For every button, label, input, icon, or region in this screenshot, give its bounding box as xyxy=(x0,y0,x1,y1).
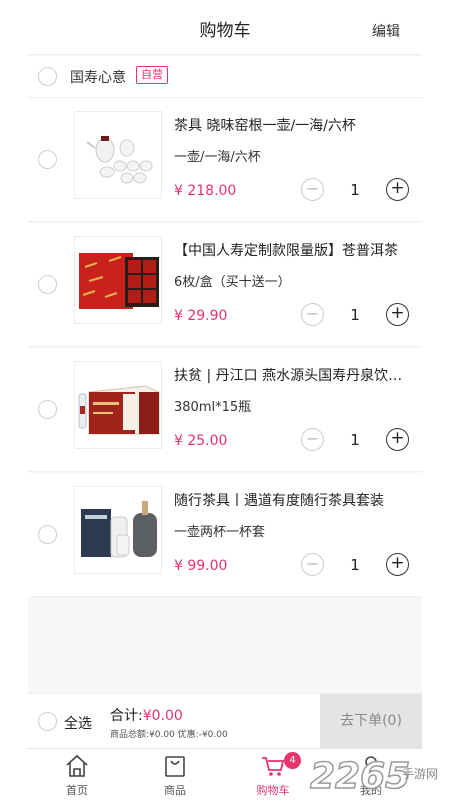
edit-button[interactable]: 编辑 xyxy=(372,21,400,41)
cart-item: 【中国人寿定制款限量版】苍普洱茶 6枚/盒（买十送一） ¥ 29.90 − 1 … xyxy=(28,223,422,347)
increase-quantity-button[interactable]: + xyxy=(386,303,409,326)
home-icon xyxy=(66,754,88,777)
product-image-tea-set[interactable] xyxy=(74,111,162,199)
increase-quantity-button[interactable]: + xyxy=(386,178,409,201)
product-price: ¥ 25.00 xyxy=(174,433,228,449)
product-price: ¥ 218.00 xyxy=(174,183,237,199)
checkout-button[interactable]: 去下单(0) xyxy=(320,694,422,749)
decrease-quantity-button[interactable]: − xyxy=(301,178,324,201)
product-spec: 一壶/一海/六杯 xyxy=(174,150,261,165)
total-price: 合计:¥0.00 xyxy=(110,705,183,725)
item-select-radio[interactable] xyxy=(38,525,57,544)
price-breakdown: 商品总额:¥0.00 优惠:-¥0.00 xyxy=(110,730,228,740)
tab-products[interactable]: 商品 xyxy=(126,749,224,800)
watermark-site: 手游网 xyxy=(402,767,438,781)
shopping-bag-icon xyxy=(165,756,185,777)
quantity-value[interactable]: 1 xyxy=(344,306,366,324)
tab-label: 商品 xyxy=(164,784,186,797)
total-amount: ¥0.00 xyxy=(142,708,183,724)
product-name[interactable]: 随行茶具丨遇道有度随行茶具套装 xyxy=(174,490,410,510)
cart-app: 购物车 编辑 国寿心意 自营 茶具 晓味窑根一壶/一海/六杯 一壶/一海/六杯 … xyxy=(28,0,422,800)
product-spec: 一壶两杯一杯套 xyxy=(174,525,266,540)
increase-quantity-button[interactable]: + xyxy=(386,428,409,451)
decrease-quantity-button[interactable]: − xyxy=(301,428,324,451)
product-image-water-box[interactable] xyxy=(74,361,162,449)
item-select-radio[interactable] xyxy=(38,400,57,419)
product-price: ¥ 29.90 xyxy=(174,308,228,324)
decrease-quantity-button[interactable]: − xyxy=(301,303,324,326)
cart-item: 扶贫 | 丹江口 燕水源头国寿丹泉饮用水 380ml*15瓶 ¥ 25.00 −… xyxy=(28,348,422,472)
cart-item: 茶具 晓味窑根一壶/一海/六杯 一壶/一海/六杯 ¥ 218.00 − 1 + xyxy=(28,98,422,222)
quantity-value[interactable]: 1 xyxy=(344,181,366,199)
cart-icon xyxy=(262,757,285,776)
checkout-bar: 全选 合计:¥0.00 商品总额:¥0.00 优惠:-¥0.00 去下单(0) xyxy=(28,693,422,749)
decrease-quantity-button[interactable]: − xyxy=(301,553,324,576)
tab-label: 首页 xyxy=(66,784,88,797)
quantity-value[interactable]: 1 xyxy=(344,431,366,449)
product-image-tea-box[interactable] xyxy=(74,236,162,324)
product-spec: 6枚/盒（买十送一） xyxy=(174,275,291,290)
watermark-logo: 2265 xyxy=(310,756,410,797)
self-operated-badge: 自营 xyxy=(136,66,168,84)
shop-name[interactable]: 国寿心意 xyxy=(70,67,126,87)
shop-select-radio[interactable] xyxy=(38,67,57,86)
select-all-radio[interactable] xyxy=(38,712,57,731)
product-name[interactable]: 茶具 晓味窑根一壶/一海/六杯 xyxy=(174,115,410,135)
tab-home[interactable]: 首页 xyxy=(28,749,126,800)
site-watermark: 2265 手游网 xyxy=(308,746,450,800)
product-price: ¥ 99.00 xyxy=(174,558,228,574)
increase-quantity-button[interactable]: + xyxy=(386,553,409,576)
select-all-label[interactable]: 全选 xyxy=(64,713,92,733)
product-name[interactable]: 【中国人寿定制款限量版】苍普洱茶 xyxy=(174,240,410,260)
cart-count-badge: 4 xyxy=(284,752,301,769)
item-select-radio[interactable] xyxy=(38,275,57,294)
quantity-value[interactable]: 1 xyxy=(344,556,366,574)
shop-row: 国寿心意 自营 xyxy=(28,56,422,98)
cart-item: 随行茶具丨遇道有度随行茶具套装 一壶两杯一杯套 ¥ 99.00 − 1 + xyxy=(28,473,422,597)
header: 购物车 编辑 xyxy=(28,0,422,55)
total-label: 合计: xyxy=(110,708,143,724)
page-title: 购物车 xyxy=(199,21,251,41)
product-image-travel-tea-set[interactable] xyxy=(74,486,162,574)
product-name[interactable]: 扶贫 | 丹江口 燕水源头国寿丹泉饮用水 xyxy=(174,365,410,385)
item-select-radio[interactable] xyxy=(38,150,57,169)
product-spec: 380ml*15瓶 xyxy=(174,400,252,415)
